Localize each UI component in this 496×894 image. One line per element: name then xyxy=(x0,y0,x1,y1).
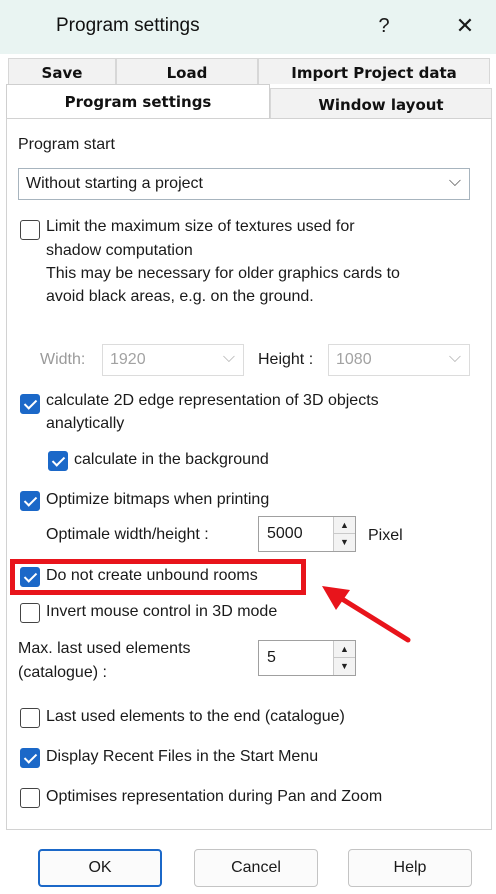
textures-label-line2: shadow computation xyxy=(46,242,193,259)
tab-window-layout[interactable]: Window layout xyxy=(270,88,492,118)
textures-checkbox[interactable] xyxy=(20,220,40,240)
edge-representation-label-line2: analytically xyxy=(46,415,125,432)
pan-zoom-checkbox[interactable] xyxy=(20,788,40,808)
optimize-bitmaps-checkbox[interactable] xyxy=(20,491,40,511)
tab-import-project-data[interactable]: Import Project data xyxy=(258,58,490,84)
invert-mouse-checkbox[interactable] xyxy=(20,603,40,623)
tab-program-settings-label: Program settings xyxy=(64,93,212,111)
tab-save[interactable]: Save xyxy=(8,58,116,84)
window-title: Program settings xyxy=(56,15,200,36)
recent-files-label: Display Recent Files in the Start Menu xyxy=(46,748,319,765)
tab-import-label: Import Project data xyxy=(291,64,457,82)
annotation-arrow xyxy=(322,586,411,643)
increment-icon[interactable]: ▲ xyxy=(334,517,355,534)
title-bar: Program settings ? ✕ xyxy=(0,0,496,54)
height-select[interactable]: 1080 ⌵ xyxy=(328,344,470,376)
tab-program-settings[interactable]: Program settings xyxy=(6,84,270,122)
highlight-box xyxy=(10,559,306,595)
tab-load-label: Load xyxy=(166,64,208,82)
chevron-down-icon: ⌵ xyxy=(448,349,461,366)
cancel-button[interactable]: Cancel xyxy=(194,849,318,887)
increment-icon[interactable]: ▲ xyxy=(334,641,355,658)
pan-zoom-label: Optimises representation during Pan and … xyxy=(46,788,383,805)
textures-label-line1: Limit the maximum size of textures used … xyxy=(46,218,355,235)
chevron-down-icon: ⌵ xyxy=(222,349,235,366)
program-start-value: Without starting a project xyxy=(26,175,203,192)
last-used-label-line2: (catalogue) : xyxy=(18,664,107,681)
decrement-icon[interactable]: ▼ xyxy=(334,658,355,675)
bitmap-unit-label: Pixel xyxy=(368,527,403,544)
bitmap-size-label: Optimale width/height : xyxy=(46,526,209,543)
last-used-value: 5 xyxy=(267,649,276,666)
width-value: 1920 xyxy=(110,351,146,368)
width-select[interactable]: 1920 ⌵ xyxy=(102,344,244,376)
last-used-end-checkbox[interactable] xyxy=(20,708,40,728)
height-label: Height : xyxy=(258,351,314,368)
calculate-background-checkbox[interactable] xyxy=(48,451,68,471)
calculate-background-label: calculate in the background xyxy=(74,451,269,468)
width-label: Width: xyxy=(40,351,86,368)
textures-label-line3: This may be necessary for older graphics… xyxy=(46,265,400,282)
tab-save-label: Save xyxy=(41,64,83,82)
last-used-end-label: Last used elements to the end (catalogue… xyxy=(46,708,345,725)
chevron-down-icon: ⌵ xyxy=(448,173,461,190)
edge-representation-label-line1: calculate 2D edge representation of 3D o… xyxy=(46,392,379,409)
program-start-label: Program start xyxy=(18,136,115,153)
ok-button[interactable]: OK xyxy=(38,849,162,887)
stepper-buttons: ▲ ▼ xyxy=(333,641,355,675)
recent-files-checkbox[interactable] xyxy=(20,748,40,768)
stepper-buttons: ▲ ▼ xyxy=(333,517,355,551)
bitmap-size-value: 5000 xyxy=(267,525,303,542)
edge-representation-checkbox[interactable] xyxy=(20,394,40,414)
optimize-bitmaps-label: Optimize bitmaps when printing xyxy=(46,491,270,508)
invert-mouse-label: Invert mouse control in 3D mode xyxy=(46,603,278,620)
tab-load[interactable]: Load xyxy=(116,58,258,84)
help-icon[interactable]: ? xyxy=(372,10,396,42)
help-button[interactable]: Help xyxy=(348,849,472,887)
program-start-select[interactable]: Without starting a project ⌵ xyxy=(18,168,470,200)
annotation-arrow-head xyxy=(322,586,350,610)
decrement-icon[interactable]: ▼ xyxy=(334,534,355,551)
close-icon[interactable]: ✕ xyxy=(448,10,482,42)
tab-window-layout-label: Window layout xyxy=(318,96,444,114)
tab-strip: Save Load Import Project data Window lay… xyxy=(0,54,496,122)
height-value: 1080 xyxy=(336,351,372,368)
annotation-arrow-shaft xyxy=(331,591,411,643)
last-used-stepper[interactable]: 5 ▲ ▼ xyxy=(258,640,356,676)
last-used-label-line1: Max. last used elements xyxy=(18,640,191,657)
bitmap-size-stepper[interactable]: 5000 ▲ ▼ xyxy=(258,516,356,552)
textures-label-line4: avoid black areas, e.g. on the ground. xyxy=(46,288,314,305)
